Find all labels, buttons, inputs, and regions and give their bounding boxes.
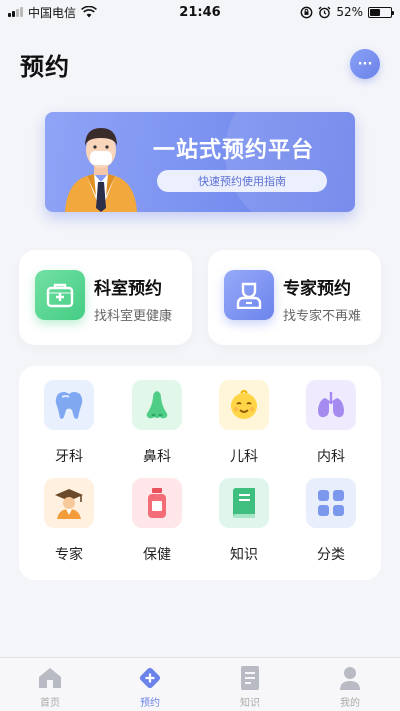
category-label: 牙科 (55, 449, 83, 465)
banner-title: 一站式预约平台 (153, 138, 315, 163)
more-icon: ··· (357, 56, 373, 72)
category-knowledge[interactable]: 知识 (209, 464, 279, 563)
signal-icon (8, 7, 23, 17)
clock: 21:46 (179, 4, 221, 20)
battery-icon (368, 6, 394, 18)
category-all[interactable]: 分类 (296, 464, 366, 563)
book-icon (219, 478, 269, 528)
wifi-icon (81, 6, 97, 18)
category-pediatrics[interactable]: 儿科 (209, 366, 279, 465)
category-label: 专家 (55, 547, 83, 563)
document-icon (237, 665, 263, 691)
category-internal-medicine[interactable]: 内科 (296, 366, 366, 465)
doctor-illustration-icon (65, 128, 137, 212)
tab-mine[interactable]: 我的 (300, 658, 400, 711)
category-grid: 牙科 鼻科 儿科 内科 专家 保健 知识 分类 (19, 366, 381, 580)
more-button[interactable]: ··· (350, 49, 380, 79)
medical-kit-icon (35, 270, 85, 320)
baby-face-icon (219, 380, 269, 430)
nose-icon (132, 380, 182, 430)
department-appointment-card[interactable]: 科室预约 找科室更健康 (19, 250, 192, 345)
alarm-icon (318, 6, 331, 18)
rotation-lock-icon (300, 6, 313, 18)
category-label: 保健 (143, 547, 171, 563)
appointment-icon (137, 665, 163, 691)
header: 预约 ··· (20, 44, 380, 84)
tab-bar: 首页 预约 知识 我的 (0, 657, 400, 711)
grid-icon (306, 478, 356, 528)
expert-appointment-card[interactable]: 专家预约 找专家不再难 (208, 250, 381, 345)
tooth-icon (44, 380, 94, 430)
carrier-name: 中国电信 (28, 5, 77, 20)
category-label: 知识 (230, 547, 258, 563)
tab-appointment[interactable]: 预约 (100, 658, 200, 711)
category-nose[interactable]: 鼻科 (122, 366, 192, 465)
tab-label: 首页 (40, 698, 60, 709)
battery-percent: 52% (336, 5, 363, 19)
status-bar: 中国电信 21:46 52% (0, 0, 400, 24)
promo-banner[interactable]: 一站式预约平台 快速预约使用指南 (45, 112, 355, 212)
expert-appointment-title: 专家预约 (283, 279, 351, 299)
graduate-icon (44, 478, 94, 528)
tab-label: 知识 (240, 698, 260, 709)
category-label: 内科 (317, 449, 345, 465)
tab-knowledge[interactable]: 知识 (200, 658, 300, 711)
tab-home[interactable]: 首页 (0, 658, 100, 711)
user-icon (337, 665, 363, 691)
tab-label: 我的 (340, 698, 360, 709)
category-dental[interactable]: 牙科 (34, 366, 104, 465)
medicine-bottle-icon (132, 478, 182, 528)
doctor-icon (224, 270, 274, 320)
lungs-icon (306, 380, 356, 430)
category-healthcare[interactable]: 保健 (122, 464, 192, 563)
department-appointment-title: 科室预约 (94, 279, 162, 299)
home-icon (37, 665, 63, 691)
category-expert[interactable]: 专家 (34, 464, 104, 563)
category-label: 鼻科 (143, 449, 171, 465)
tab-label: 预约 (140, 698, 160, 709)
category-label: 分类 (317, 547, 345, 563)
guide-button[interactable]: 快速预约使用指南 (157, 170, 327, 192)
page-title: 预约 (20, 52, 70, 81)
department-appointment-subtitle: 找科室更健康 (94, 309, 173, 324)
expert-appointment-subtitle: 找专家不再难 (283, 309, 362, 324)
category-label: 儿科 (230, 449, 258, 465)
